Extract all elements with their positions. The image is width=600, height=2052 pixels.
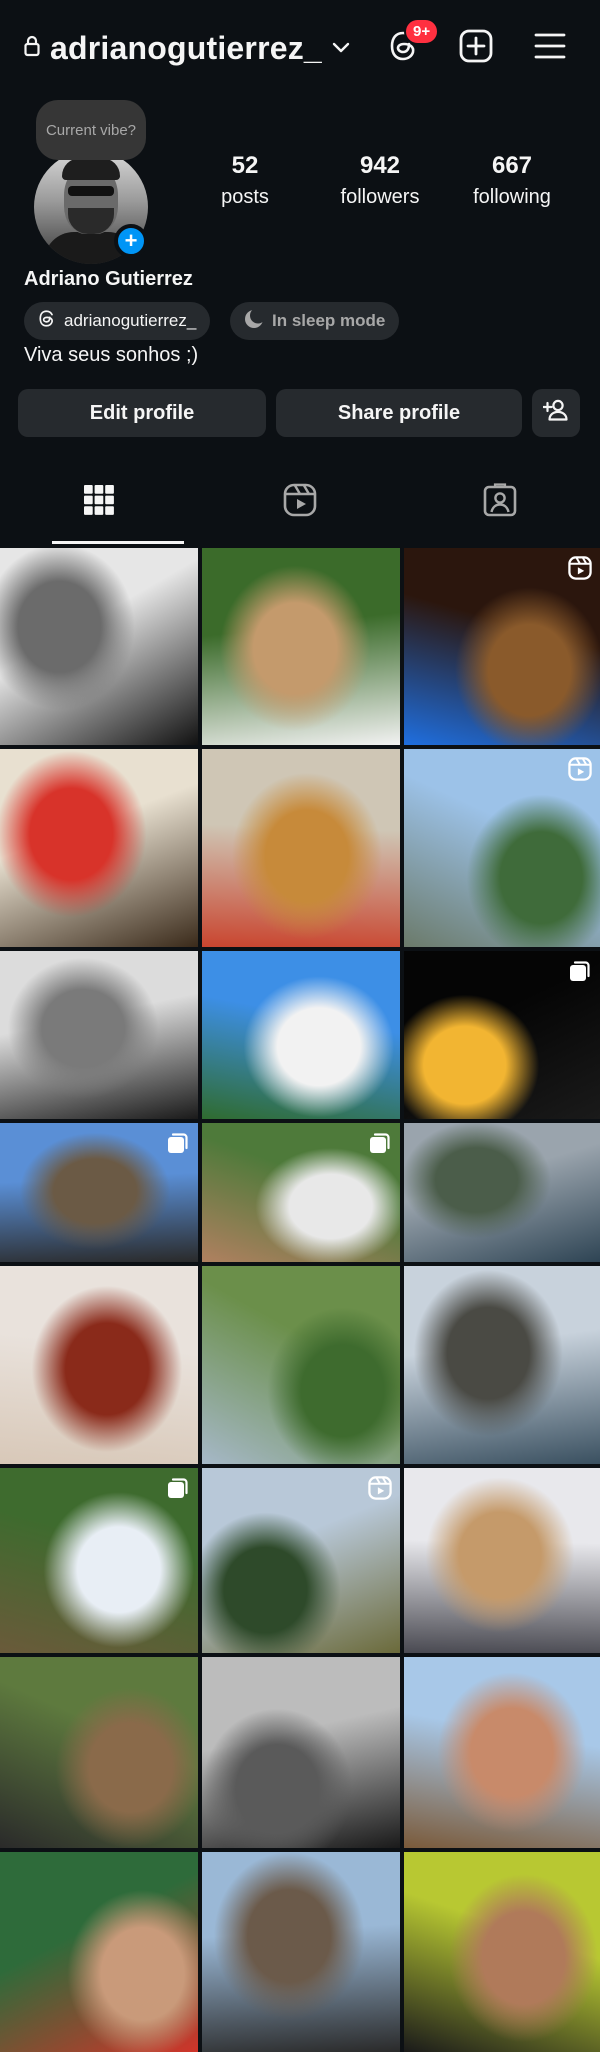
following-count[interactable]: 667 following [460, 152, 564, 209]
post-image-tongue-selfie [0, 1852, 198, 2052]
profile-avatar[interactable]: + [34, 150, 148, 264]
threads-button[interactable]: 9+ [384, 18, 440, 68]
post-thumbnail[interactable] [404, 951, 600, 1119]
threads-icon [38, 309, 56, 333]
current-vibe-note[interactable]: Current vibe? [36, 100, 146, 160]
new-post-icon [459, 29, 493, 68]
threads-profile-link[interactable]: adrianogutierrez_ [24, 302, 211, 340]
post-thumbnail[interactable] [202, 1123, 400, 1262]
post-thumbnail[interactable] [0, 951, 198, 1119]
username: adrianogutierrez_ [50, 30, 322, 66]
account-switcher[interactable]: adrianogutierrez_ [24, 30, 350, 67]
post-thumbnail[interactable] [0, 1657, 198, 1848]
full-name: Adriano Gutierrez [24, 268, 193, 290]
chevron-down-icon [332, 40, 350, 58]
add-person-icon [542, 399, 569, 427]
discover-people-button[interactable] [532, 389, 580, 437]
post-image-fries-and-pizza [202, 749, 400, 947]
carousel-icon [568, 959, 592, 983]
post-thumbnail[interactable] [0, 1123, 198, 1262]
post-thumbnail[interactable] [0, 1266, 198, 1464]
status-pill[interactable]: In sleep mode [230, 302, 400, 340]
post-image-selfie-bed-bw [202, 1657, 400, 1848]
edit-profile-button[interactable]: Edit profile [18, 389, 266, 437]
post-image-dog-filter-selfie [404, 1468, 600, 1653]
post-image-town-lakeside [404, 1266, 600, 1464]
followers-count[interactable]: 942 followers [325, 152, 435, 209]
notification-badge: 9+ [404, 18, 440, 45]
bio: Viva seus sonhos ;) [24, 344, 199, 366]
reel-icon [568, 556, 592, 580]
following-count-label: following [473, 186, 551, 208]
post-image-beach-and-car [202, 1852, 400, 2052]
post-image-selfie-castle-bw [0, 951, 198, 1119]
post-image-selfie-with-child [404, 1657, 600, 1848]
post-image-neuschwanstein-castle [202, 951, 400, 1119]
moon-icon [244, 307, 266, 334]
reel-icon [368, 1476, 392, 1500]
followers-count-label: followers [340, 186, 420, 208]
grid-icon [83, 484, 115, 521]
share-profile-button[interactable]: Share profile [276, 389, 522, 437]
active-tab-indicator [52, 541, 184, 544]
post-thumbnail[interactable] [404, 1852, 600, 2052]
tab-posts-grid[interactable] [79, 482, 119, 522]
menu-button[interactable] [530, 28, 570, 68]
posts-count-label: posts [221, 186, 269, 208]
post-thumbnail[interactable] [202, 951, 400, 1119]
posts-count[interactable]: 52 posts [205, 152, 285, 209]
reel-icon [568, 757, 592, 781]
carousel-icon [166, 1476, 190, 1500]
post-thumbnail[interactable] [202, 749, 400, 947]
following-count-value: 667 [491, 152, 533, 179]
post-image-man-hat-sunglasses [202, 548, 400, 745]
post-thumbnail[interactable] [0, 548, 198, 745]
threads-handle: adrianogutierrez_ [64, 311, 197, 330]
post-image-man-selfie-sunglasses-bw [0, 548, 198, 745]
post-thumbnail[interactable] [202, 1266, 400, 1464]
tab-tagged[interactable] [480, 482, 520, 522]
post-image-lying-selfie [404, 1852, 600, 2052]
post-thumbnail[interactable] [404, 1123, 600, 1262]
post-thumbnail[interactable] [404, 1657, 600, 1848]
followers-count-value: 942 [359, 152, 401, 179]
post-image-kebab [0, 1266, 198, 1464]
post-thumbnail[interactable] [202, 1468, 400, 1653]
post-thumbnail[interactable] [404, 1266, 600, 1464]
post-thumbnail[interactable] [404, 548, 600, 745]
carousel-icon [166, 1131, 190, 1155]
add-story-button[interactable]: + [114, 224, 148, 258]
post-thumbnail[interactable] [0, 1852, 198, 2052]
post-image-group-outdoors [0, 1657, 198, 1848]
tagged-person-icon [483, 482, 517, 522]
post-thumbnail[interactable] [0, 749, 198, 947]
post-thumbnail[interactable] [404, 1468, 600, 1653]
reels-icon [283, 483, 317, 522]
post-image-pizzas [0, 749, 198, 947]
top-bar: adrianogutierrez_ 9+ [0, 0, 600, 100]
post-image-mountain-lake [404, 1123, 600, 1262]
new-post-button[interactable] [456, 28, 496, 68]
post-thumbnail[interactable] [202, 548, 400, 745]
post-image-bicycles [202, 1266, 400, 1464]
status-text: In sleep mode [272, 311, 386, 330]
post-thumbnail[interactable] [202, 1852, 400, 2052]
posts-count-value: 52 [231, 152, 259, 179]
post-thumbnail[interactable] [202, 1657, 400, 1848]
lock-icon [24, 35, 40, 62]
tab-reels[interactable] [280, 482, 320, 522]
menu-icon [534, 32, 566, 65]
post-thumbnail[interactable] [0, 1468, 198, 1653]
post-thumbnail[interactable] [404, 749, 600, 947]
carousel-icon [368, 1131, 392, 1155]
